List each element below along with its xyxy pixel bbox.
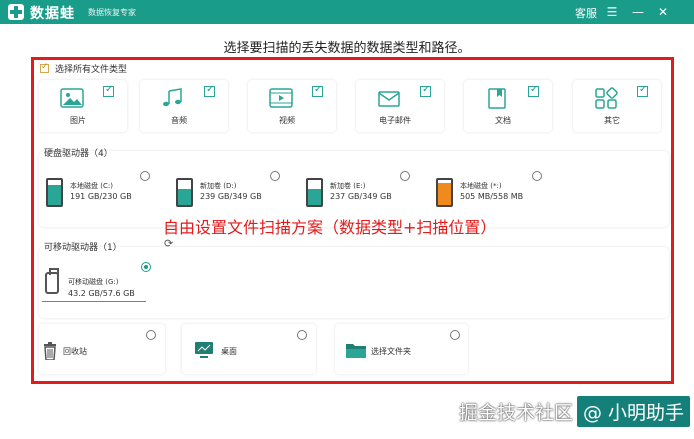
email-checkbox[interactable] (420, 84, 431, 97)
select-all-checkbox[interactable]: 选择所有文件类型 (40, 62, 127, 75)
usb-drive-icon (45, 268, 59, 294)
drive-c[interactable]: 本地磁盘 (C:) 191 GB/230 GB (46, 174, 156, 216)
drive-size: 191 GB/230 GB (70, 192, 132, 201)
app-brand: 数据蛙 (30, 6, 75, 22)
video-icon (269, 88, 293, 108)
file-type-label: 视频 (279, 116, 295, 125)
document-icon (488, 88, 506, 109)
drive-unknown[interactable]: 本地磁盘 (*:) 505 MB/558 MB (436, 174, 546, 216)
watermark-tag: @ 小明助手 (576, 395, 690, 427)
drive-e-radio[interactable] (400, 171, 410, 181)
drive-name: 本地磁盘 (*:) (460, 182, 502, 190)
drive-icon (176, 178, 193, 207)
menu-icon[interactable]: ☰ (605, 4, 619, 20)
file-type-label: 文档 (495, 116, 511, 125)
file-type-image[interactable]: 图片 (39, 80, 127, 132)
minimize-icon[interactable]: — (631, 4, 645, 20)
video-checkbox[interactable] (312, 84, 323, 97)
location-label: 选择文件夹 (371, 347, 411, 356)
removable-title: 可移动驱动器（1） (44, 243, 122, 253)
removable-section (39, 247, 669, 318)
email-icon (378, 91, 400, 107)
drive-d-radio[interactable] (270, 171, 280, 181)
recycle-bin-radio[interactable] (146, 330, 156, 340)
file-type-label: 音频 (171, 116, 187, 125)
location-label: 回收站 (63, 347, 87, 356)
refresh-icon[interactable]: ⟳ (164, 237, 173, 250)
audio-checkbox[interactable] (204, 84, 215, 97)
other-icon (595, 87, 618, 109)
drive-icon (46, 178, 63, 207)
location-select-folder[interactable]: 选择文件夹 (335, 324, 468, 374)
checkbox-icon[interactable] (40, 62, 49, 73)
file-type-label: 电子邮件 (379, 116, 411, 125)
drive-icon (436, 178, 453, 207)
select-all-label: 选择所有文件类型 (55, 65, 128, 75)
file-type-video[interactable]: 视频 (248, 80, 336, 132)
file-type-label: 图片 (70, 116, 86, 125)
watermark: 掘金技术社区 @ 小明助手 (458, 395, 690, 427)
drive-e[interactable]: 新加卷 (E:) 237 GB/349 GB (306, 174, 416, 216)
customer-service-link[interactable]: 客服 (575, 5, 597, 21)
drive-unknown-radio[interactable] (532, 171, 542, 181)
location-recycle-bin[interactable]: 回收站 (39, 324, 165, 374)
removable-drive-name: 可移动磁盘 (G:) (68, 278, 119, 286)
document-checkbox[interactable] (528, 84, 539, 97)
drive-name: 新加卷 (D:) (200, 182, 237, 190)
annotation-text: 自由设置文件扫描方案（数据类型+扫描位置） (163, 218, 497, 237)
drive-name: 本地磁盘 (C:) (70, 182, 113, 190)
app-subtitle: 数据恢复专家 (88, 8, 136, 17)
image-icon (60, 88, 84, 108)
drive-c-radio[interactable] (140, 171, 150, 181)
location-desktop[interactable]: 桌面 (182, 324, 316, 374)
close-icon[interactable]: ✕ (656, 4, 670, 20)
select-folder-radio[interactable] (450, 330, 460, 340)
title-bar: 数据蛙 数据恢复专家 客服 ☰ — ✕ (0, 0, 694, 24)
desktop-icon (195, 342, 213, 358)
drive-icon (306, 178, 323, 207)
instruction-text: 选择要扫描的丢失数据的数据类型和路径。 (223, 41, 471, 56)
file-type-email[interactable]: 电子邮件 (356, 80, 444, 132)
drive-size: 239 GB/349 GB (200, 192, 262, 201)
image-checkbox[interactable] (103, 84, 114, 97)
file-type-document[interactable]: 文档 (464, 80, 552, 132)
watermark-main: 掘金技术社区 (458, 401, 573, 424)
file-type-other[interactable]: 其它 (573, 80, 661, 132)
drive-size: 505 MB/558 MB (460, 192, 524, 201)
music-icon (163, 88, 182, 107)
recycle-bin-icon (44, 342, 56, 360)
file-type-label: 其它 (604, 116, 620, 125)
removable-drive-radio[interactable] (141, 262, 151, 272)
removable-drive-size: 43.2 GB/57.6 GB (68, 289, 135, 298)
hard-drives-title: 硬盘驱动器（4） (44, 149, 113, 159)
desktop-radio[interactable] (297, 330, 307, 340)
selection-underline (42, 301, 146, 302)
other-checkbox[interactable] (637, 84, 648, 97)
drive-name: 新加卷 (E:) (330, 182, 366, 190)
logo-icon (8, 4, 24, 20)
file-type-audio[interactable]: 音频 (140, 80, 228, 132)
drive-d[interactable]: 新加卷 (D:) 239 GB/349 GB (176, 174, 286, 216)
folder-icon (346, 344, 366, 358)
drive-size: 237 GB/349 GB (330, 192, 392, 201)
location-label: 桌面 (221, 347, 237, 356)
